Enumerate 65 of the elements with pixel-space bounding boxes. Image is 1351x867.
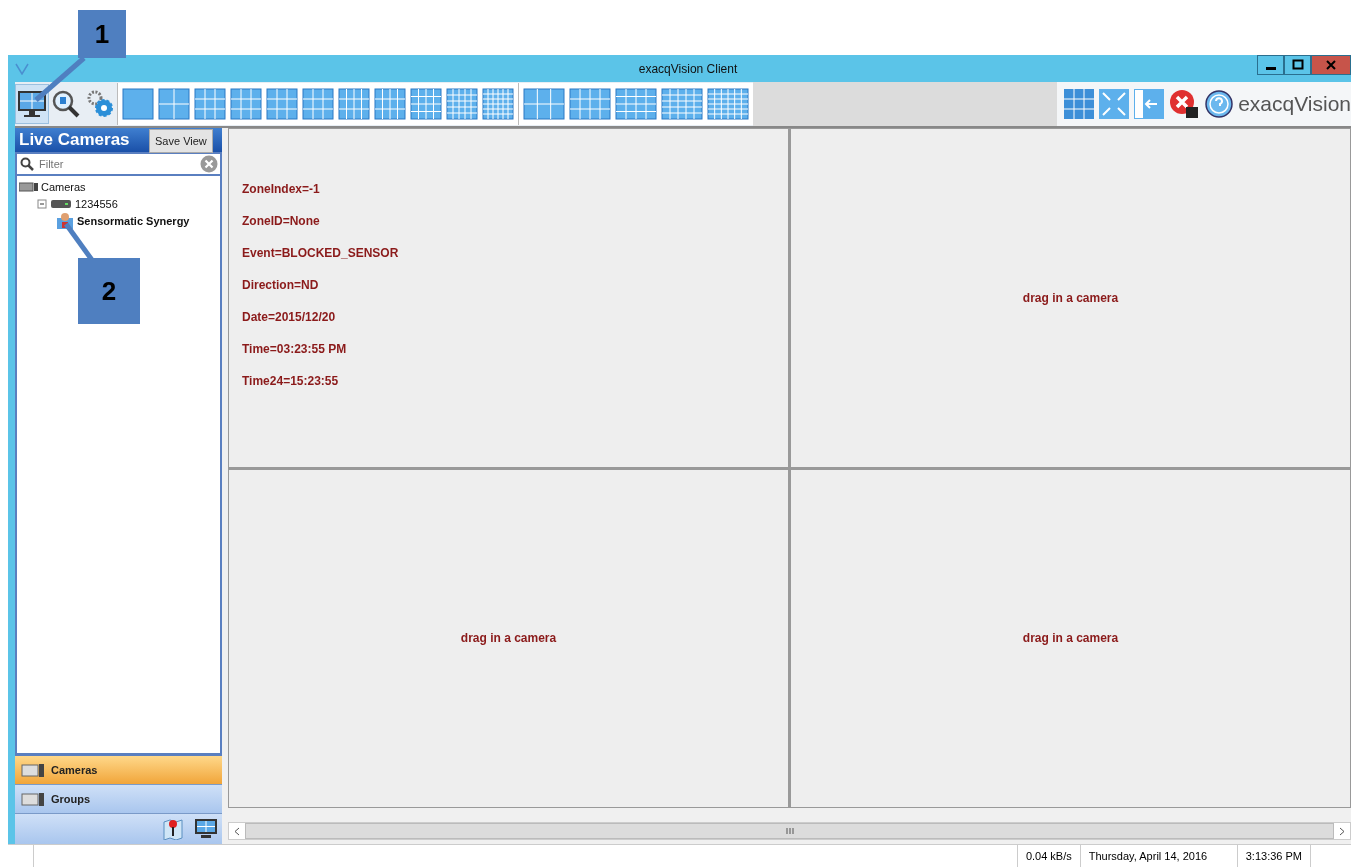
server-icon[interactable] bbox=[37, 197, 73, 210]
status-text: 3:13:36 PM bbox=[1236, 845, 1310, 867]
layout-grid-icon[interactable] bbox=[194, 88, 226, 120]
error-alert-icon[interactable] bbox=[1168, 88, 1201, 120]
nav-tab[interactable]: Groups bbox=[15, 785, 222, 814]
nav-tab[interactable]: Cameras bbox=[15, 756, 222, 785]
status-text: 0.04 kB/s bbox=[1016, 845, 1080, 867]
tree-item[interactable]: Sensormatic Synergy bbox=[77, 214, 190, 227]
video-pane[interactable]: drag in a camera bbox=[229, 469, 788, 807]
event-detail: Time=03:23:55 PM bbox=[242, 341, 348, 357]
maximize-icon bbox=[1291, 59, 1304, 71]
monitor-icon[interactable] bbox=[194, 818, 218, 840]
horizontal-scrollbar[interactable] bbox=[228, 822, 1351, 840]
layout-grid-icon[interactable] bbox=[374, 88, 406, 120]
tooltip: Save View bbox=[149, 129, 213, 153]
layout-grid-icon[interactable] bbox=[302, 88, 334, 120]
video-pane[interactable]: drag in a camera bbox=[791, 129, 1350, 467]
close-button[interactable] bbox=[1311, 55, 1351, 75]
map-pin-icon[interactable] bbox=[162, 818, 184, 840]
brand-logo: exacqVision bbox=[1238, 92, 1351, 116]
video-pane[interactable]: drag in a camera bbox=[791, 469, 1350, 807]
clear-icon[interactable] bbox=[200, 155, 218, 173]
layout-grid-icon[interactable] bbox=[482, 88, 514, 120]
monitor-icon[interactable] bbox=[15, 84, 49, 124]
video-pane[interactable]: ZoneIndex=-1 ZoneID=None Event=BLOCKED_SENSOR Direction=ND Date=2015/12/20 Time=03:23:55 PM Time24=15:23:55 bbox=[229, 129, 788, 467]
event-detail: ZoneID=None bbox=[242, 213, 321, 229]
event-detail: Event=BLOCKED_SENSOR bbox=[242, 245, 399, 261]
layout-grid-icon[interactable] bbox=[661, 88, 703, 120]
leader-line bbox=[34, 56, 86, 102]
layout-grid-icon[interactable] bbox=[158, 88, 190, 120]
scroll-right-icon[interactable] bbox=[1339, 826, 1345, 836]
grip-icon bbox=[785, 827, 794, 835]
callout-badge: 1 bbox=[78, 10, 126, 58]
help-icon[interactable] bbox=[1203, 88, 1236, 120]
window-title: exacqVision Client bbox=[637, 61, 739, 76]
minimize-icon bbox=[1265, 67, 1276, 70]
event-detail: Direction=ND bbox=[242, 277, 320, 293]
tree-node[interactable]: Cameras bbox=[41, 180, 86, 193]
layout-grid-icon[interactable] bbox=[707, 88, 749, 120]
layout-grid-icon[interactable] bbox=[266, 88, 298, 120]
pane-hint: drag in a camera bbox=[1022, 631, 1119, 646]
callout-badge: 2 bbox=[78, 258, 140, 324]
layout-grid-icon[interactable] bbox=[446, 88, 478, 120]
search-icon bbox=[20, 157, 34, 171]
layout-grid-icon[interactable] bbox=[523, 88, 565, 120]
maximize-button[interactable] bbox=[1284, 55, 1311, 75]
event-detail: ZoneIndex=-1 bbox=[242, 181, 321, 197]
layout-grid-icon[interactable] bbox=[569, 88, 611, 120]
layout-grid-icon[interactable] bbox=[122, 88, 154, 120]
tree-node[interactable]: 1234556 bbox=[75, 197, 118, 210]
fullscreen-icon[interactable] bbox=[1098, 88, 1131, 120]
pane-hint: drag in a camera bbox=[460, 631, 557, 646]
minimize-button[interactable] bbox=[1257, 55, 1284, 75]
layout-grid-icon[interactable] bbox=[410, 88, 442, 120]
pane-hint: drag in a camera bbox=[1022, 290, 1119, 305]
event-detail: Date=2015/12/20 bbox=[242, 309, 337, 325]
app-logo-icon bbox=[15, 62, 29, 75]
close-icon bbox=[1325, 59, 1337, 71]
layout-grid-icon[interactable] bbox=[230, 88, 262, 120]
event-detail: Time24=15:23:55 bbox=[242, 373, 340, 389]
status-text: Thursday, April 14, 2016 bbox=[1079, 845, 1237, 867]
scroll-left-icon[interactable] bbox=[234, 826, 240, 836]
layout-grid-icon[interactable] bbox=[338, 88, 370, 120]
layout-grid-icon[interactable] bbox=[615, 88, 657, 120]
filter-field[interactable]: Filter bbox=[15, 152, 222, 176]
